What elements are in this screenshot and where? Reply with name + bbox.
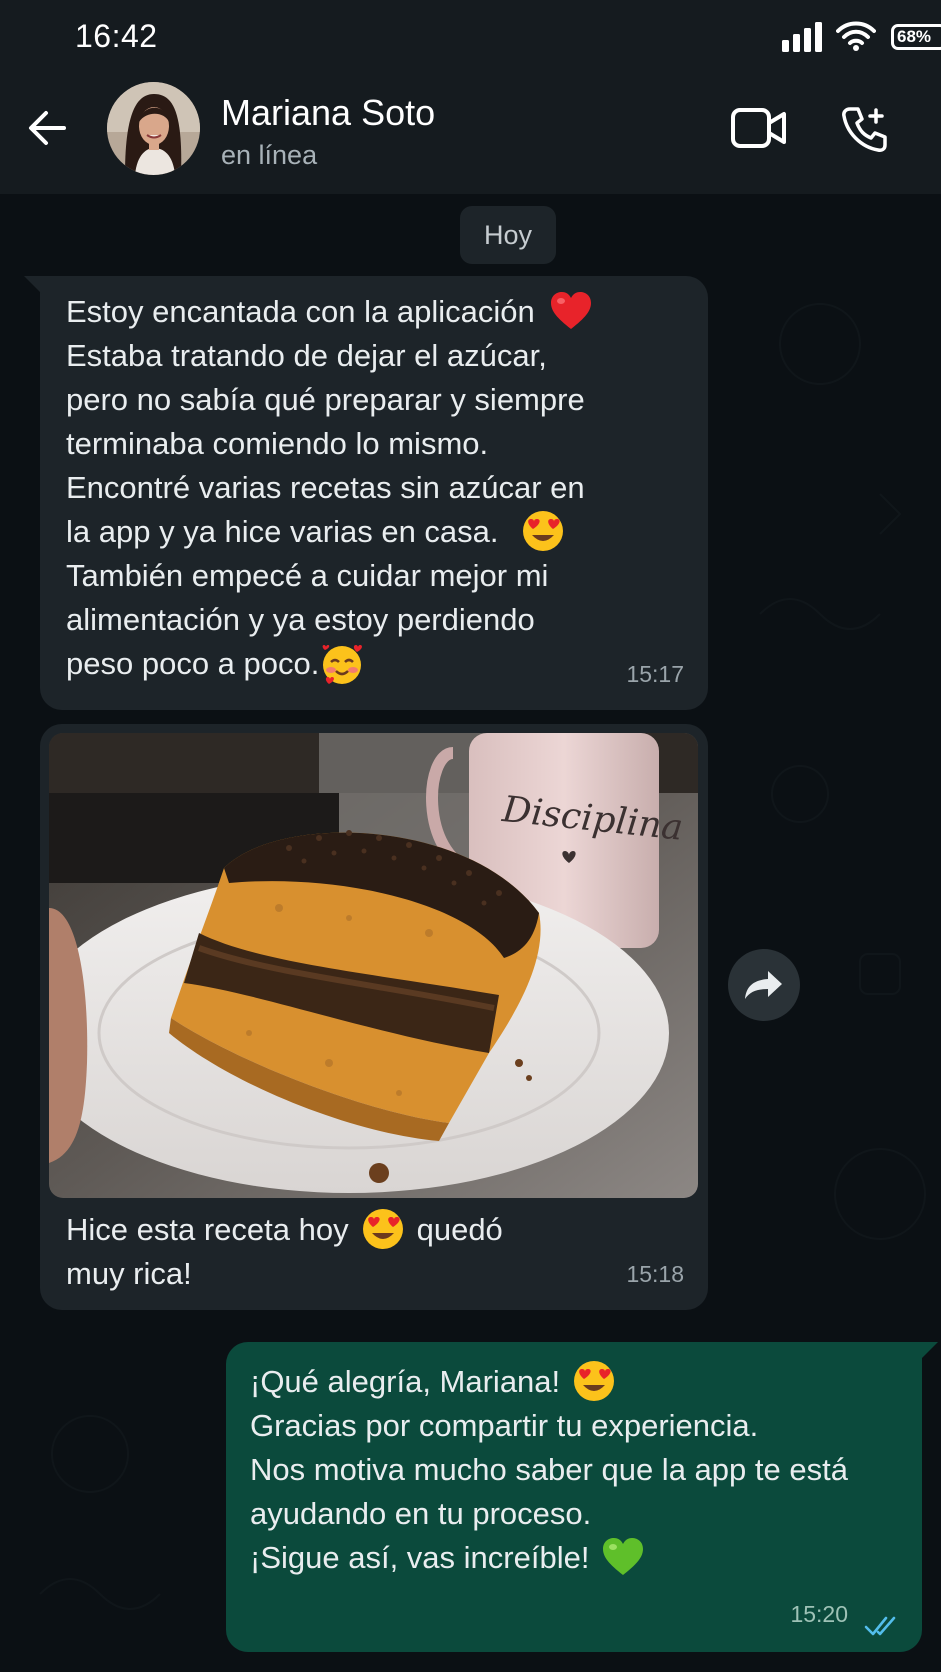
message-text: ¡Qué alegría, Mariana! (250, 1364, 561, 1399)
incoming-image-message[interactable]: Disciplina Hice esta receta hoy quedó mu… (40, 724, 708, 1310)
cake-photo[interactable]: Disciplina (49, 733, 698, 1198)
red-heart-emoji (550, 291, 591, 329)
voice-call-button[interactable] (840, 104, 890, 154)
heart-eyes-emoji (574, 1360, 615, 1401)
status-bar: 16:42 68% (0, 0, 941, 78)
message-time: 15:17 (626, 661, 684, 687)
message-line: ¡Sigue así, vas increíble! (250, 1536, 902, 1580)
chat-area[interactable]: Hoy Estoy encantada con la aplicación Es… (0, 194, 941, 1672)
signal-icon (782, 22, 822, 52)
heart-eyes-emoji (522, 510, 563, 551)
message-text: la app y ya hice varias en casa. (66, 514, 499, 549)
chat-header: Mariana Soto en línea (0, 78, 941, 194)
heart-eyes-emoji (362, 1208, 403, 1249)
status-time: 16:42 (75, 18, 158, 54)
profile-photo (107, 82, 200, 175)
photo-image: Disciplina (49, 733, 698, 1198)
bubble-tail (24, 276, 42, 294)
message-line: pero no sabía qué preparar y siempre (66, 382, 585, 417)
message-text: ¡Sigue así, vas increíble! (250, 1540, 590, 1575)
wifi-icon (836, 21, 876, 51)
message-line: Nos motiva mucho saber que la app te est… (250, 1452, 848, 1487)
green-heart-emoji (603, 1537, 644, 1575)
message-line: Gracias por compartir tu experiencia. (250, 1408, 759, 1443)
caption-line: Hice esta receta hoy quedó (66, 1208, 666, 1252)
forward-arrow-icon (745, 971, 782, 999)
contact-name[interactable]: Mariana Soto (221, 92, 435, 134)
caption-text: quedó (416, 1212, 503, 1247)
image-caption: Hice esta receta hoy quedó muy rica! (66, 1208, 666, 1296)
message-line: También empecé a cuidar mejor mi (66, 558, 549, 593)
caption-text: Hice esta receta hoy (66, 1212, 349, 1247)
video-call-button[interactable] (730, 106, 788, 150)
caption-line: muy rica! (66, 1256, 192, 1291)
message-line: Encontré varias recetas sin azúcar en (66, 470, 585, 505)
phone-add-icon (842, 107, 887, 152)
message-text: Estoy encantada con la aplicación (66, 294, 535, 329)
back-button[interactable] (24, 104, 72, 152)
video-camera-icon (731, 108, 786, 148)
message-line: Estaba tratando de dejar el azúcar, (66, 338, 547, 373)
message-line: ¡Qué alegría, Mariana! (250, 1360, 902, 1404)
message-line: la app y ya hice varias en casa. (66, 510, 678, 554)
message-line: peso poco a poco. (66, 642, 678, 686)
outgoing-message[interactable]: ¡Qué alegría, Mariana! Gracias por compa… (226, 1342, 938, 1652)
incoming-message[interactable]: Estoy encantada con la aplicación Estaba… (24, 276, 708, 710)
message-line: terminaba comiendo lo mismo. (66, 426, 489, 461)
battery-icon: 68% (891, 24, 941, 50)
smiling-face-with-hearts-emoji (322, 644, 363, 684)
message-text: peso poco a poco. (66, 646, 320, 681)
message-line: ayudando en tu proceso. (250, 1496, 592, 1531)
battery-level: 68% (897, 27, 932, 46)
contact-status: en línea (221, 140, 318, 170)
forward-button[interactable] (728, 949, 800, 1021)
bubble-tail (920, 1342, 938, 1360)
message-line: alimentación y ya estoy perdiendo (66, 602, 535, 637)
avatar[interactable] (107, 82, 200, 175)
message-line: Estoy encantada con la aplicación (66, 290, 678, 334)
double-check-icon (864, 1616, 896, 1636)
message-time: 15:20 (790, 1601, 848, 1627)
back-arrow-icon (29, 111, 66, 145)
message-time: 15:18 (626, 1261, 684, 1287)
date-chip: Hoy (460, 206, 556, 264)
